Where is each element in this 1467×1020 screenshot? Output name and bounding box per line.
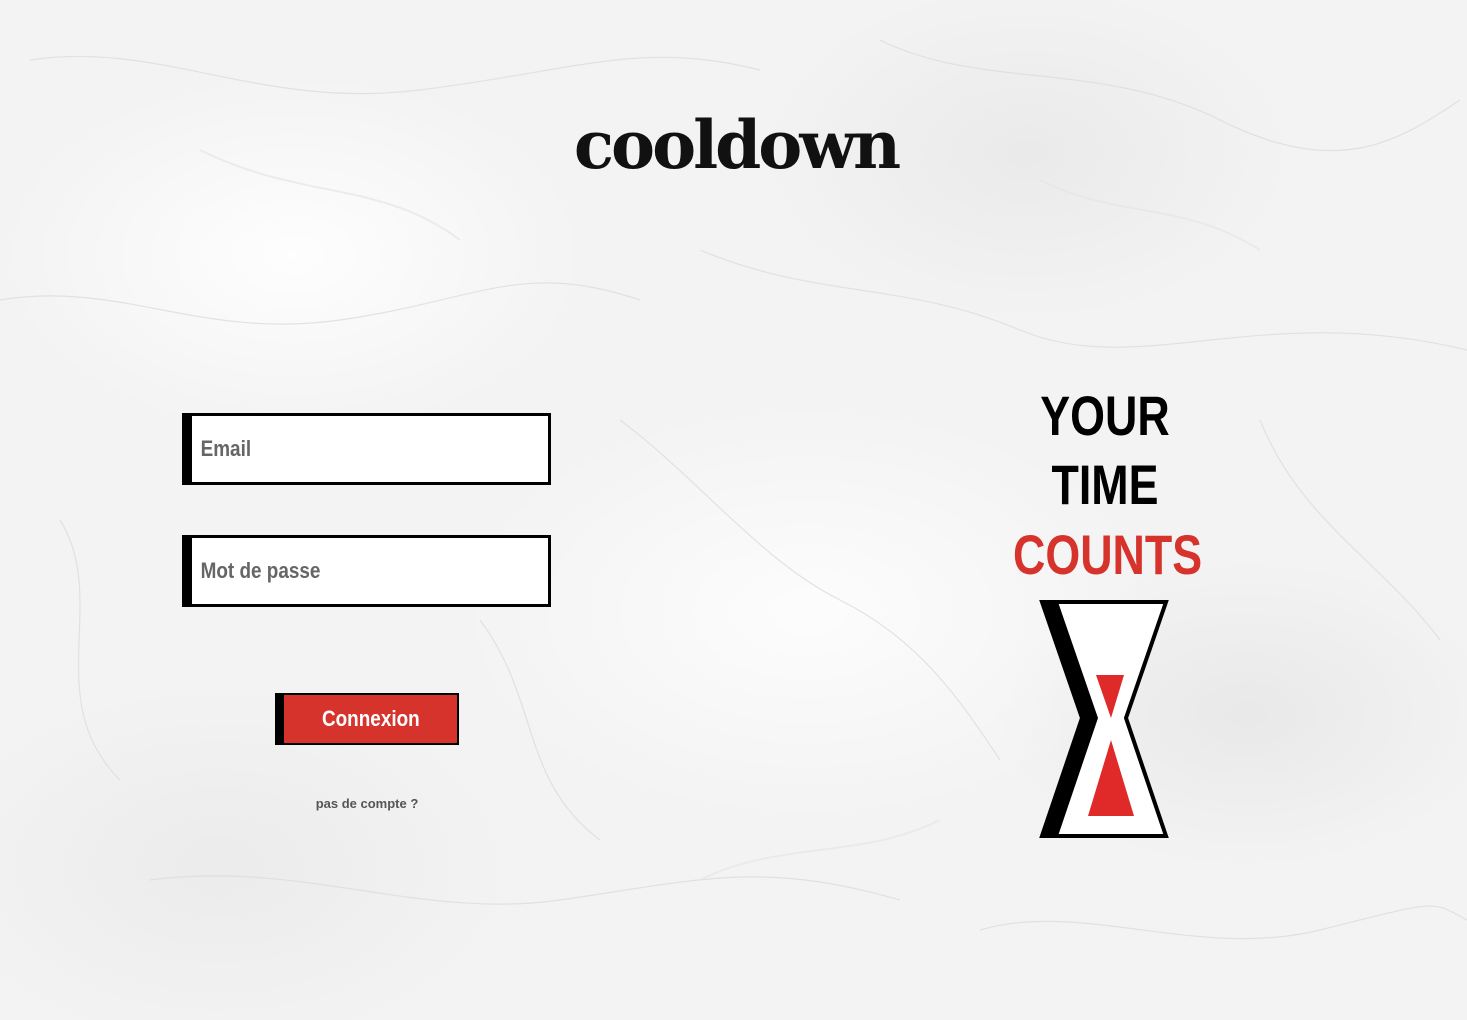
slogan-line-time: TIME bbox=[1051, 453, 1159, 516]
email-field-wrapper bbox=[182, 413, 551, 485]
slogan-line-counts: COUNTS bbox=[1013, 523, 1203, 586]
login-button-label: Connexion bbox=[321, 706, 420, 731]
login-button[interactable]: Connexion bbox=[275, 693, 459, 745]
signup-link[interactable]: pas de compte ? bbox=[300, 796, 434, 811]
email-input[interactable] bbox=[192, 416, 499, 482]
slogan-line-your: YOUR bbox=[1040, 384, 1170, 447]
password-field-wrapper bbox=[182, 535, 551, 607]
brand-logo: cooldown bbox=[573, 106, 901, 184]
password-input[interactable] bbox=[192, 538, 499, 604]
hourglass-icon bbox=[1039, 600, 1169, 838]
